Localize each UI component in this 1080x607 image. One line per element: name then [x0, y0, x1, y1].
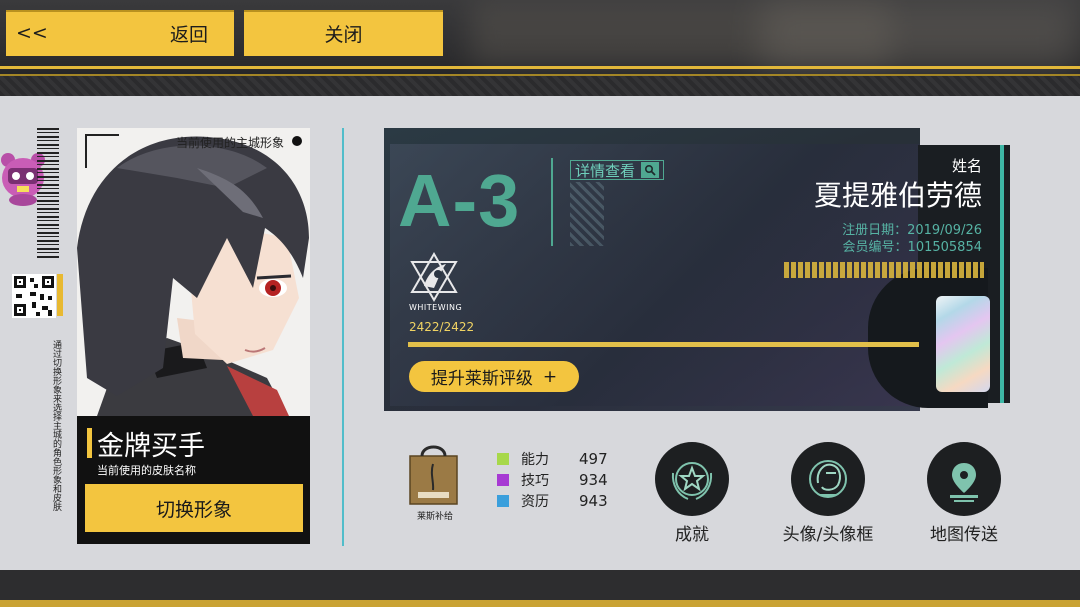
- skin-name: 金牌买手: [97, 431, 205, 462]
- gift-bag-icon[interactable]: [408, 444, 459, 506]
- back-label: 返回: [169, 23, 208, 46]
- background-blur: [760, 0, 1080, 70]
- stat-row-seniority: 资历 943: [497, 492, 608, 510]
- map-pin-icon: [950, 463, 978, 502]
- achievement-label: 成就: [675, 525, 709, 545]
- name-accent-bar: [87, 428, 92, 458]
- detail-label: 详情查看: [575, 161, 636, 180]
- character-illustration: [77, 128, 310, 416]
- character-portrait[interactable]: 当前使用的主城形象: [77, 128, 310, 416]
- switch-hint-text: 通过切换形象来选择主城的角色形象和皮肤: [51, 340, 61, 511]
- back-arrow-icon: <<: [16, 22, 48, 44]
- corner-bracket: [85, 134, 119, 168]
- rank-exp: 2422/2422: [409, 320, 475, 334]
- switch-appearance-button[interactable]: 切换形象: [85, 484, 303, 532]
- portrait-caption: 当前使用的主城形象: [175, 136, 284, 150]
- avatar-frame-button[interactable]: [791, 442, 865, 516]
- qr-accent: [57, 274, 63, 316]
- id-card-edge: [1000, 145, 1004, 403]
- qr-code: [12, 274, 56, 318]
- stat-value: 497: [579, 450, 608, 468]
- map-teleport-label: 地图传送: [930, 525, 998, 545]
- character-card: 当前使用的主城形象 金牌买手 当前使用的皮肤名称 切换形象: [77, 128, 310, 544]
- avatar-portrait-icon: [809, 460, 847, 498]
- supply-label: 莱斯补给: [416, 512, 453, 522]
- stat-row-skill: 技巧 934: [497, 471, 608, 489]
- avatar-frame-label: 头像/头像框: [782, 525, 874, 545]
- stat-label: 能力: [521, 452, 549, 468]
- upgrade-rank-button[interactable]: 提升莱斯评级 +: [409, 361, 579, 392]
- upgrade-label: 提升莱斯评级: [430, 369, 533, 389]
- achievement-button[interactable]: [655, 442, 729, 516]
- member-number: 会员编号：101505854: [842, 240, 982, 255]
- stat-color-square: [497, 474, 509, 486]
- player-name: 夏提雅伯劳德: [813, 179, 982, 212]
- view-details-button[interactable]: 详情查看: [570, 160, 665, 180]
- close-label: 关闭: [324, 23, 363, 46]
- hatch-pattern: [570, 182, 604, 246]
- stat-color-square: [497, 453, 509, 465]
- stat-label: 技巧: [521, 473, 549, 489]
- hatched-band: [0, 76, 1080, 96]
- whitewing-logo-icon: [410, 252, 458, 302]
- star-laurel-icon: [671, 462, 713, 500]
- stat-value: 943: [579, 492, 608, 510]
- rank-grade: A-3: [398, 159, 521, 242]
- pixel-code-pattern: [784, 262, 984, 278]
- map-teleport-button[interactable]: [927, 442, 1001, 516]
- gold-divider: [0, 66, 1080, 69]
- close-button[interactable]: 关闭: [244, 10, 443, 56]
- skin-name-caption: 当前使用的皮肤名称: [97, 464, 196, 477]
- stat-value: 934: [579, 471, 608, 489]
- grade-divider: [551, 158, 553, 246]
- stat-label: 资历: [521, 494, 549, 510]
- barcode: [37, 128, 59, 260]
- search-icon: [641, 162, 660, 178]
- bottom-gold-line: [0, 600, 1080, 607]
- back-button[interactable]: << 返回: [6, 10, 234, 56]
- name-label: 姓名: [951, 157, 982, 175]
- vertical-divider: [342, 128, 344, 546]
- stat-row-ability: 能力 497: [497, 450, 608, 468]
- hologram-sticker: [936, 296, 990, 392]
- stat-color-square: [497, 495, 509, 507]
- plus-icon: +: [542, 366, 558, 387]
- guild-name: WHITEWING: [409, 303, 463, 312]
- rank-exp-bar: [408, 342, 919, 347]
- status-dot: [292, 136, 302, 146]
